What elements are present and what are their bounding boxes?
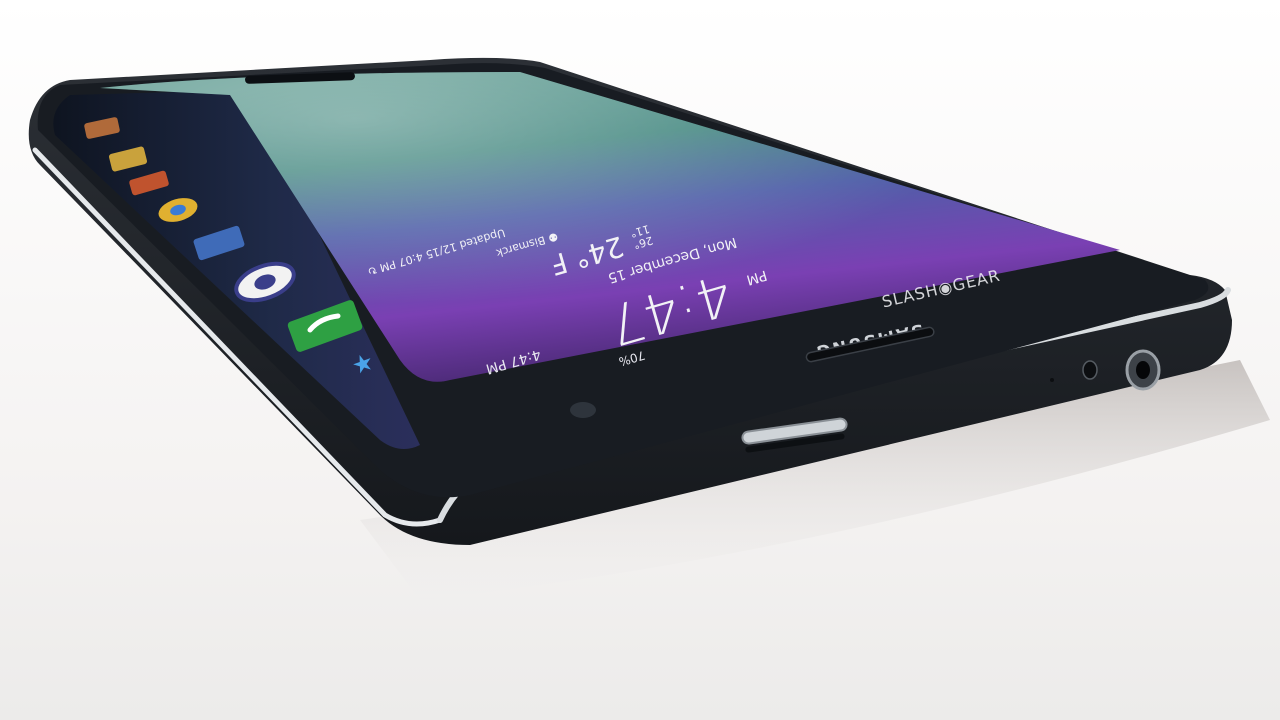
headphone-jack-hole — [1136, 361, 1150, 379]
photo-scene: ★ 4:47 PM Mon, December 15 24° F 26° 11°… — [0, 0, 1280, 720]
ir-sensor — [1050, 378, 1054, 382]
microphone-hole — [1082, 360, 1098, 380]
front-camera — [570, 402, 596, 418]
